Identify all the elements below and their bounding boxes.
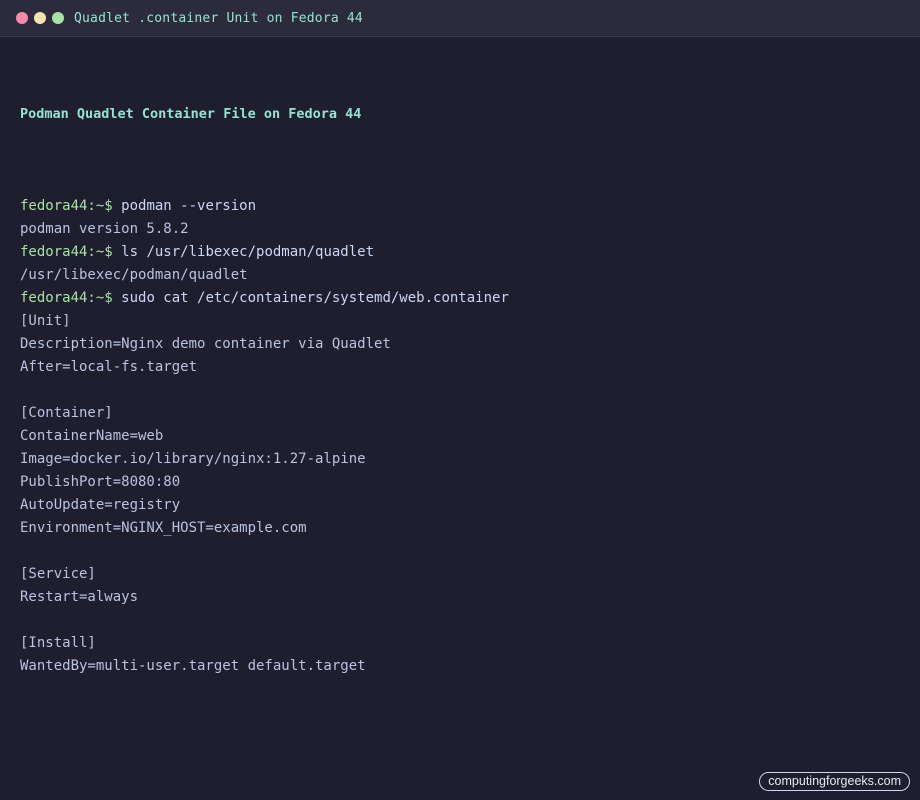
output-line: [Container] [20, 405, 113, 421]
command-line: fedora44:~$ sudo cat /etc/containers/sys… [20, 287, 900, 310]
output-line: [Service] [20, 566, 96, 582]
terminal-heading: Podman Quadlet Container File on Fedora … [20, 106, 362, 122]
terminal-output[interactable]: Podman Quadlet Container File on Fedora … [0, 37, 920, 678]
command-text: sudo cat /etc/containers/systemd/web.con… [121, 290, 509, 306]
command-text: ls /usr/libexec/podman/quadlet [121, 244, 375, 260]
terminal-window: Quadlet .container Unit on Fedora 44 Pod… [0, 0, 920, 800]
command-line: fedora44:~$ ls /usr/libexec/podman/quadl… [20, 241, 900, 264]
title-bar: Quadlet .container Unit on Fedora 44 [0, 0, 920, 37]
output-line: ContainerName=web [20, 428, 164, 444]
output-line: podman version 5.8.2 [20, 221, 189, 237]
shell-prompt: fedora44:~$ [20, 290, 113, 306]
output-line: WantedBy=multi-user.target default.targe… [20, 658, 366, 674]
watermark-badge: computingforgeeks.com [759, 772, 910, 791]
output-line: AutoUpdate=registry [20, 497, 181, 513]
output-line: After=local-fs.target [20, 359, 198, 375]
output-line: Restart=always [20, 589, 139, 605]
output-line: /usr/libexec/podman/quadlet [20, 267, 248, 283]
command-text: podman --version [121, 198, 257, 214]
output-line: [Unit] [20, 313, 71, 329]
output-line: Environment=NGINX_HOST=example.com [20, 520, 307, 536]
window-title: Quadlet .container Unit on Fedora 44 [74, 10, 363, 26]
output-line: PublishPort=8080:80 [20, 474, 181, 490]
minimize-window-button[interactable] [34, 12, 46, 24]
command-line: fedora44:~$ podman --version [20, 195, 900, 218]
output-line: [Install] [20, 635, 96, 651]
shell-prompt: fedora44:~$ [20, 244, 113, 260]
output-line: Image=docker.io/library/nginx:1.27-alpin… [20, 451, 366, 467]
maximize-window-button[interactable] [52, 12, 64, 24]
close-window-button[interactable] [16, 12, 28, 24]
shell-prompt: fedora44:~$ [20, 198, 113, 214]
output-line: Description=Nginx demo container via Qua… [20, 336, 391, 352]
